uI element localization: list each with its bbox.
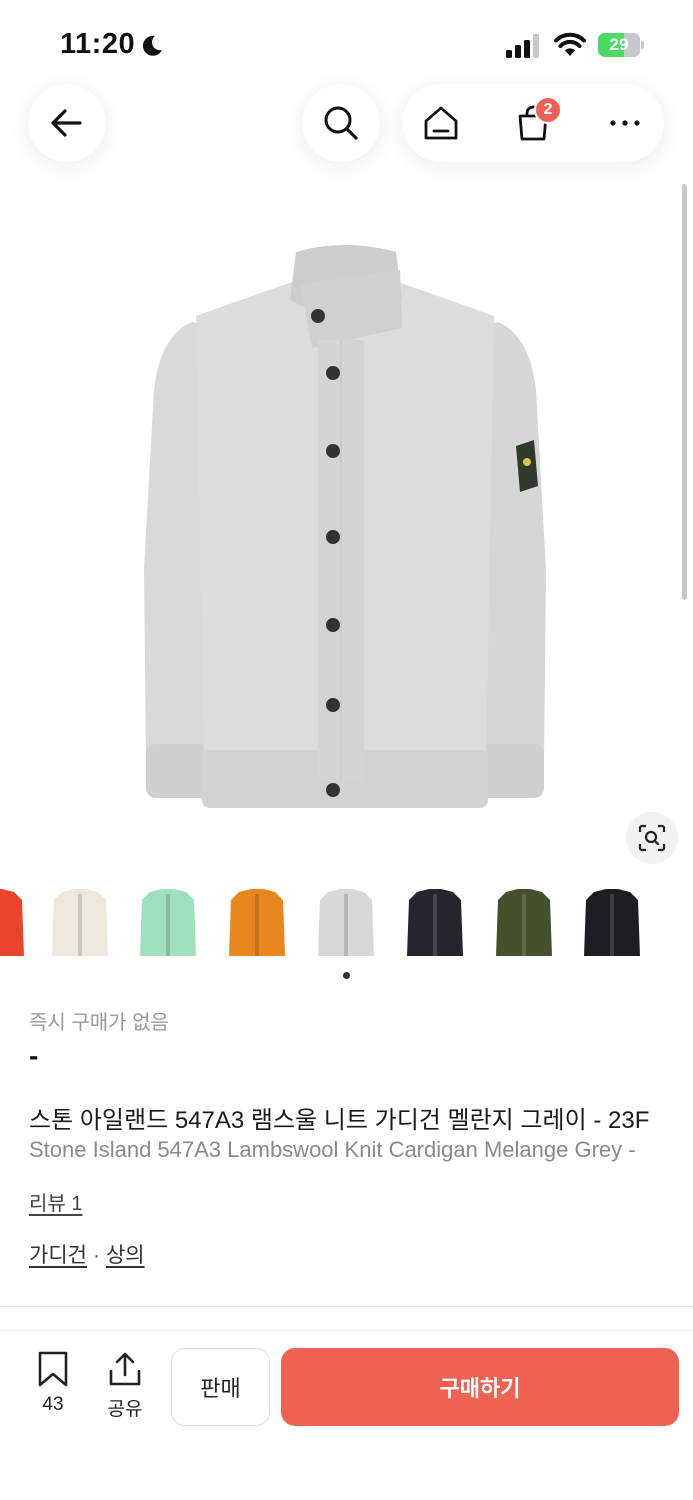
- back-button[interactable]: [28, 84, 106, 162]
- image-search-button[interactable]: [626, 812, 678, 864]
- thumbnail[interactable]: [494, 886, 554, 962]
- search-icon: [324, 106, 358, 140]
- cart-count-badge: 2: [534, 96, 562, 124]
- more-icon: [610, 120, 640, 126]
- category-breadcrumb: 가디건 · 상의: [29, 1239, 145, 1269]
- home-icon: [424, 106, 458, 140]
- product-image[interactable]: [130, 240, 560, 820]
- carousel-indicator-dot: [343, 972, 350, 979]
- thumbnail[interactable]: [227, 886, 287, 962]
- nav-pill: 2: [402, 84, 664, 162]
- thumbnail[interactable]: [405, 886, 465, 962]
- scrollbar[interactable]: [682, 184, 687, 600]
- back-arrow-icon: [51, 109, 82, 137]
- bookmark-count: 43: [42, 1394, 64, 1415]
- more-button[interactable]: [586, 84, 664, 162]
- bottom-action-bar: 43 공유 판매 구매하기: [0, 1330, 693, 1500]
- status-bar: 11:20 29: [0, 0, 693, 90]
- category-link-cardigan[interactable]: 가디건: [29, 1244, 87, 1267]
- share-icon: [109, 1352, 141, 1386]
- lens-icon: [638, 824, 666, 852]
- thumbnail[interactable]: [50, 886, 110, 962]
- product-title-korean: 스톤 아일랜드 547A3 램스울 니트 가디건 멜란지 그레이 - 23F: [29, 1107, 650, 1134]
- thumbnail[interactable]: [582, 886, 642, 962]
- share-label: 공유: [107, 1399, 143, 1420]
- review-link[interactable]: 리뷰 1: [29, 1187, 82, 1216]
- price-value: -: [29, 1040, 39, 1071]
- share-button[interactable]: 공유: [100, 1351, 150, 1421]
- thumbnail[interactable]: [138, 886, 198, 962]
- bookmark-button[interactable]: 43: [30, 1351, 76, 1416]
- battery-icon: 29: [598, 33, 644, 57]
- sell-button[interactable]: 판매: [171, 1348, 270, 1426]
- bookmark-icon: [38, 1351, 68, 1387]
- category-separator: ·: [92, 1244, 100, 1267]
- section-divider: [0, 1306, 693, 1307]
- instant-buy-label: 즉시 구매가 없음: [29, 1012, 169, 1034]
- home-button[interactable]: [402, 84, 480, 162]
- thumbnail[interactable]: [316, 886, 376, 962]
- category-link-tops[interactable]: 상의: [106, 1244, 145, 1267]
- cart-button[interactable]: [494, 84, 572, 162]
- signal-icon: [506, 34, 539, 58]
- moon-icon: [142, 35, 162, 56]
- buy-button[interactable]: 구매하기: [281, 1348, 679, 1426]
- color-thumbnail-strip: [0, 880, 693, 970]
- wifi-icon: [554, 32, 586, 56]
- thumbnail[interactable]: [0, 886, 26, 962]
- product-title-english: Stone Island 547A3 Lambswool Knit Cardig…: [29, 1137, 636, 1162]
- status-time: 11:20: [60, 28, 136, 60]
- battery-level: 29: [609, 35, 629, 54]
- search-button[interactable]: [302, 84, 380, 162]
